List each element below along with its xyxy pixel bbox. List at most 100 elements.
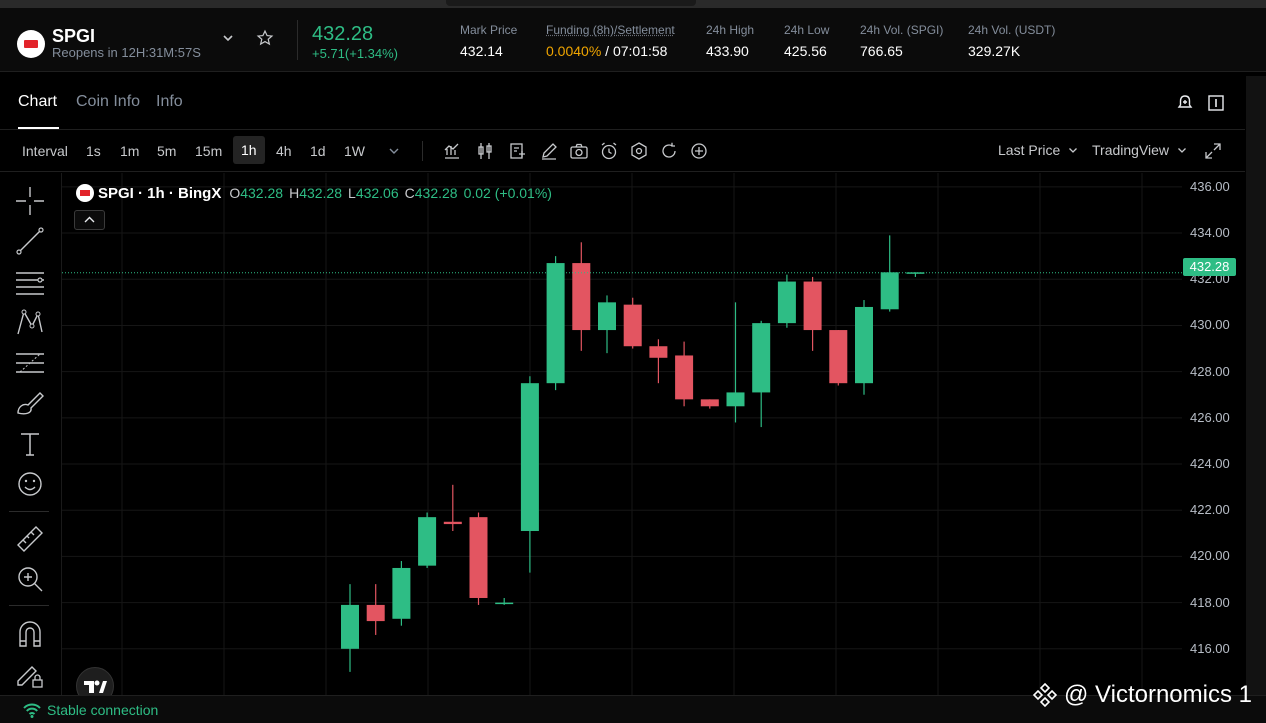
- camera-icon[interactable]: [569, 141, 589, 161]
- ticker-header: SPGI Reopens in 12H:31M:57S 432.28 +5.71…: [0, 8, 1266, 72]
- chart-library-dropdown[interactable]: TradingView: [1092, 142, 1187, 158]
- candle-body: [520, 383, 539, 532]
- horizontal-lines-icon[interactable]: [14, 266, 46, 298]
- y-axis-tick-label: 436.00: [1190, 178, 1230, 194]
- text-tool-icon[interactable]: [14, 428, 46, 460]
- interval-1s[interactable]: 1s: [86, 143, 101, 159]
- drawing-pen-icon[interactable]: [539, 141, 559, 161]
- y-axis-tick-label: 434.00: [1190, 225, 1230, 241]
- candle-body: [598, 302, 616, 331]
- candle-body: [829, 330, 848, 384]
- tab-chart[interactable]: Chart: [18, 93, 57, 111]
- chart-legend: SPGI · 1h · BingX O 432.28 H 432.28 L 432.0…: [76, 183, 558, 203]
- price-alert-icon[interactable]: [1176, 94, 1194, 112]
- interval-1m[interactable]: 1m: [120, 143, 139, 159]
- legend-open: 432.28: [240, 185, 284, 201]
- candle-body: [675, 355, 694, 400]
- y-axis-tick-label: 422.00: [1190, 502, 1230, 518]
- candle-body: [906, 272, 925, 274]
- stat-label: Mark Price: [460, 23, 518, 37]
- stat-24h-low: 24h Low 425.56: [784, 23, 829, 59]
- market-flag-icon: [17, 30, 45, 58]
- crosshair-icon[interactable]: [14, 185, 46, 217]
- legend-collapse-button[interactable]: [74, 210, 105, 230]
- interval-4h[interactable]: 4h: [276, 143, 292, 159]
- favorite-star-icon[interactable]: [256, 29, 274, 53]
- fibonacci-icon[interactable]: [14, 347, 46, 379]
- emoji-icon[interactable]: [14, 468, 46, 500]
- candle-body: [752, 323, 771, 393]
- stat-label: 24h Low: [784, 23, 830, 37]
- stat-label: 24h Vol. (SPGI): [860, 23, 944, 37]
- candle-body: [777, 281, 796, 324]
- legend-flag-icon: [76, 184, 94, 202]
- interval-15m[interactable]: 15m: [195, 143, 222, 159]
- stat-value: 766.65: [860, 43, 903, 59]
- tools-divider: [9, 605, 49, 606]
- toolbar-divider: [422, 141, 423, 161]
- tab-coin-info[interactable]: Coin Info: [76, 93, 140, 111]
- legend-high: 432.28: [299, 185, 343, 201]
- chevron-down-icon[interactable]: [222, 32, 234, 47]
- y-axis-tick-label: 424.00: [1190, 456, 1230, 472]
- page-scrollbar[interactable]: [1246, 76, 1266, 706]
- interval-1w[interactable]: 1W: [344, 143, 365, 159]
- settlement-countdown: / 07:01:58: [601, 43, 668, 59]
- lock-drawings-icon[interactable]: [14, 659, 46, 691]
- legend-h-label: H: [289, 185, 300, 201]
- candle-body: [700, 399, 719, 407]
- connection-status: Stable connection: [47, 702, 159, 718]
- stat-label: 24h High: [706, 23, 755, 37]
- y-axis-tick-label: 418.00: [1190, 594, 1230, 610]
- chart-toolbar: Interval 1s 1m 5m 15m 1h 4h 1d 1W Last P…: [0, 131, 1245, 172]
- candlestick-icon[interactable]: [475, 141, 495, 161]
- settings-hexagon-icon[interactable]: [629, 141, 649, 161]
- brush-icon[interactable]: [14, 387, 46, 419]
- price-change: +5.71(+1.34%): [312, 46, 399, 61]
- expand-icon[interactable]: [1203, 141, 1223, 161]
- stat-24h-vol-base: 24h Vol. (SPGI) 766.65: [860, 23, 943, 59]
- candlestick-chart[interactable]: [62, 173, 1182, 695]
- chevron-down-icon: [1177, 148, 1186, 153]
- symbol-name[interactable]: SPGI: [52, 26, 95, 47]
- stat-funding[interactable]: Funding (8h)/Settlement 0.0040% / 07:01:…: [546, 23, 675, 59]
- funding-rate: 0.0040%: [546, 43, 602, 59]
- stat-mark-price: Mark Price 432.14: [460, 23, 517, 59]
- window-top-strip: [0, 0, 1266, 8]
- add-circle-icon[interactable]: [689, 141, 709, 161]
- fullscreen-panel-icon[interactable]: [1207, 94, 1225, 112]
- interval-1d[interactable]: 1d: [310, 143, 326, 159]
- candle-body: [341, 604, 359, 649]
- zoom-in-icon[interactable]: [14, 563, 46, 595]
- trend-line-icon[interactable]: [14, 225, 46, 257]
- exchange-logo-icon: [1032, 682, 1058, 708]
- alarm-clock-icon[interactable]: [599, 141, 619, 161]
- watermark: @ Victornomics 1: [1032, 681, 1252, 709]
- interval-1h[interactable]: 1h: [233, 136, 265, 164]
- stat-24h-vol-quote: 24h Vol. (USDT) 329.27K: [968, 23, 1055, 59]
- stat-value: 425.56: [784, 43, 827, 59]
- indicators-icon[interactable]: [508, 141, 528, 161]
- y-axis-tick-label: 430.00: [1190, 317, 1230, 333]
- candle-body: [855, 306, 873, 384]
- magnet-icon[interactable]: [14, 618, 46, 650]
- ruler-icon[interactable]: [14, 523, 46, 555]
- tab-info[interactable]: Info: [156, 93, 183, 111]
- interval-5m[interactable]: 5m: [157, 143, 176, 159]
- bar-chart-type-icon[interactable]: [442, 141, 462, 161]
- candle-body: [443, 521, 462, 525]
- pattern-tool-icon[interactable]: [14, 306, 46, 338]
- chevron-down-icon: [1069, 148, 1078, 153]
- candle-body: [495, 602, 514, 605]
- candle-body: [880, 272, 899, 310]
- stat-label[interactable]: Funding (8h)/Settlement: [546, 23, 675, 37]
- candle-body: [803, 281, 822, 331]
- candle-body: [366, 604, 385, 622]
- interval-label: Interval: [22, 143, 68, 159]
- legend-low: 432.06: [355, 185, 399, 201]
- drawing-tools-sidebar: [0, 173, 62, 695]
- price-type-dropdown[interactable]: Last Price: [998, 142, 1078, 158]
- legend-l-label: L: [348, 185, 356, 201]
- refresh-icon[interactable]: [659, 141, 679, 161]
- more-intervals-chevron-icon[interactable]: [384, 141, 404, 161]
